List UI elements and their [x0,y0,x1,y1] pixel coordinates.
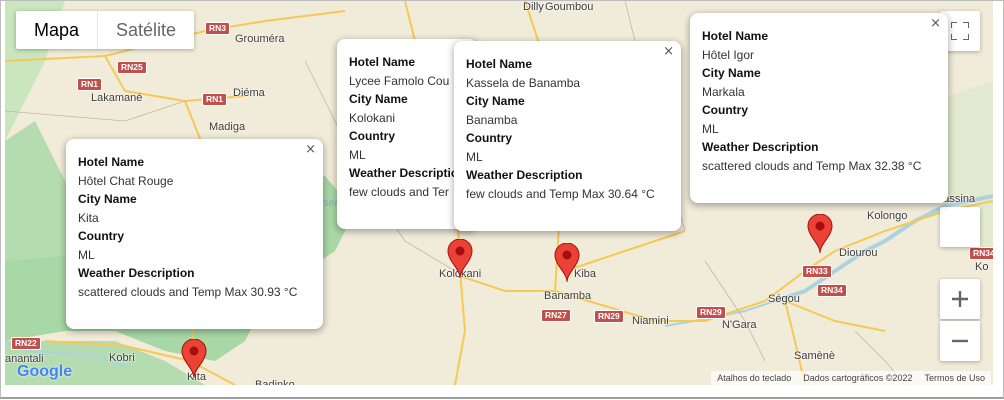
info-window-body: Hotel Name Hôtel Igor City Name Markala Coun… [690,13,948,185]
map-marker-icon[interactable] [554,242,580,288]
terms-link[interactable]: Termos de Uso [924,371,985,385]
map-marker-icon[interactable] [181,338,207,384]
hotel-name-label: Hotel Name [702,29,769,43]
hotel-name-label: Hotel Name [466,57,533,71]
weather-description-label: Weather Description [466,168,583,182]
road-shield-rn1b: RN1 [202,93,228,106]
place-label-madiga: Madiga [209,121,246,133]
city-name-value: Kolokani [349,110,396,125]
road-shield-rn27: RN27 [541,309,571,322]
map-marker-icon[interactable] [807,213,833,259]
weather-description-value: scattered clouds and Temp Max 30.93 °C [78,284,298,299]
city-name-label: City Name [349,92,408,106]
city-name-value: Kita [78,210,99,225]
place-label-diourou: Diourou [839,247,878,259]
zoom-in-icon [952,291,968,307]
map-type-control: Mapa Satélite [16,11,195,49]
map-marker-icon[interactable] [447,238,473,284]
country-label: Country [349,129,395,143]
hotel-name-label: Hotel Name [78,155,145,169]
hotel-name-label: Hotel Name [349,55,416,69]
info-window-body: Hotel Name Kassela de Banamba City Name Ban… [454,41,681,213]
map-canvas[interactable]: Dilly Goumbou Grouméra Lakamané Diéma Madiga K… [5,1,993,385]
weather-description-value: scattered clouds and Temp Max 32.38 °C [702,158,922,173]
place-label-kobri: Kobri [109,352,135,364]
map-type-satellite-button[interactable]: Satélite [97,11,194,49]
country-value: ML [78,247,95,262]
street-view-control[interactable] [940,207,980,247]
country-value: ML [466,149,483,164]
place-label-banamba: Banamba [544,290,592,302]
road-shield-rn33: RN33 [802,265,832,278]
road-shield-rn1a: RN1 [77,78,103,91]
close-icon[interactable]: × [930,16,941,31]
city-name-label: City Name [702,66,761,80]
hotel-info-window: × Hotel Name Kassela de Banamba City Name Ba… [454,41,681,231]
close-icon[interactable]: × [663,44,674,59]
place-label-segou: Ségou [768,293,800,305]
road-shield-rn29b: RN29 [696,306,726,319]
map-footer: Atalhos do teclado Dados cartográficos ©… [711,371,991,385]
zoom-out-icon [952,339,968,343]
weather-description-label: Weather Description [78,266,195,280]
city-name-label: City Name [466,94,525,108]
road-shield-rn22: RN22 [11,337,41,350]
hotel-name-value: Lycee Famolo Cou [349,73,450,88]
zoom-out-button[interactable] [940,321,980,361]
place-label-dilly: Dilly [523,1,544,13]
place-label-badinko: Badinko [255,379,295,385]
country-label: Country [78,229,124,243]
place-label-kolongo: Kolongo [867,210,908,222]
place-label-samene: Samènè [794,350,835,362]
weather-description-label: Weather Descriptio [349,166,459,180]
google-logo: Google [17,363,72,381]
road-shield-rn25: RN25 [117,61,147,74]
place-label-ko: Ko [975,261,989,273]
hotel-info-window: × Hotel Name Hôtel Chat Rouge City Name Kita… [66,139,323,329]
country-label: Country [702,103,748,117]
zoom-in-button[interactable] [940,279,980,319]
hotel-name-value: Hôtel Chat Rouge [78,173,174,188]
country-value: ML [349,147,366,162]
city-name-value: Banamba [466,112,518,127]
hotel-name-value: Kassela de Banamba [466,75,581,90]
city-name-label: City Name [78,192,137,206]
road-shield-rn34a: RN34 [817,284,847,297]
close-icon[interactable]: × [305,142,316,157]
google-logo-text: Google [17,363,73,380]
keyboard-shortcuts-link[interactable]: Atalhos do teclado [717,371,791,385]
place-label-diema: Diéma [233,87,265,99]
weather-description-value: few clouds and Ter [349,184,449,199]
fullscreen-icon [951,22,969,40]
road-shield-rn29a: RN29 [594,310,624,323]
city-name-value: Markala [702,84,745,99]
map-data-attribution: Dados cartográficos ©2022 [803,373,913,383]
place-label-lakamane: Lakamané [91,92,143,104]
info-window-body: Hotel Name Hôtel Chat Rouge City Name Kita C… [66,139,323,311]
place-label-ngara: N'Gara [722,319,757,331]
map-widget: Dilly Goumbou Grouméra Lakamané Diéma Madiga K… [0,0,1004,399]
hotel-name-value: Hôtel Igor [702,47,755,62]
map-type-map-button[interactable]: Mapa [16,11,97,49]
weather-description-label: Weather Description [702,140,819,154]
place-label-niamini: Niamini [632,315,669,327]
road-shield-rn3: RN3 [205,22,231,35]
hotel-info-window: × Hotel Name Hôtel Igor City Name Markala Cou… [690,13,948,203]
country-value: ML [702,121,719,136]
road-shield-rn34b: RN34 [969,247,993,260]
country-label: Country [466,131,512,145]
place-label-goumbou: Goumbou [545,1,594,13]
weather-description-value: few clouds and Temp Max 30.64 °C [466,186,655,201]
place-label-groumera: Grouméra [235,33,285,45]
